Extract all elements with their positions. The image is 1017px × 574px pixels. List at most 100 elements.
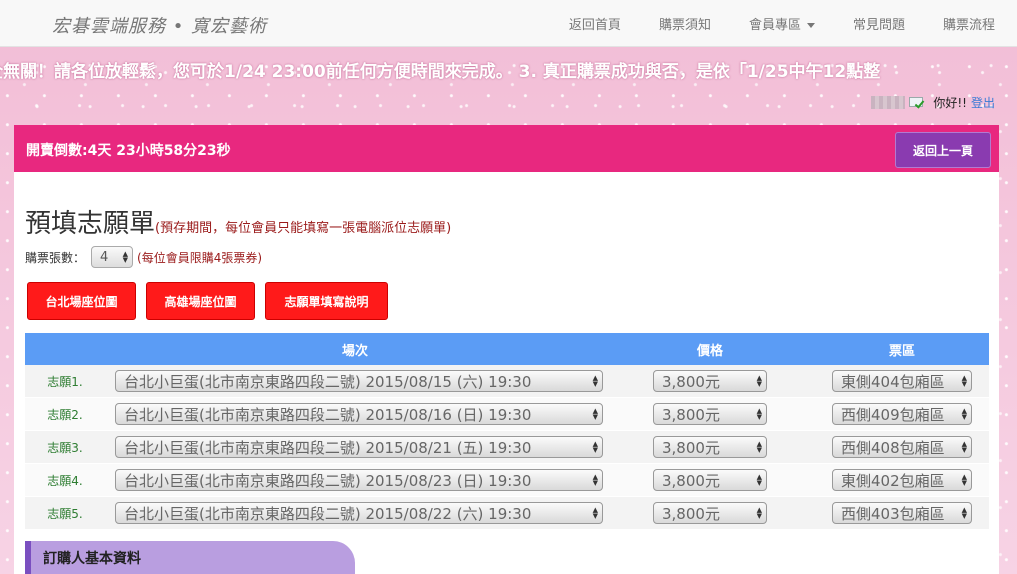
updown-arrows-icon: ▲ ▼ [961, 506, 967, 520]
caret-down-icon [806, 23, 815, 28]
price-cell: 3,800元 ▲ ▼ [605, 502, 815, 524]
zone-select[interactable]: 東側404包廂區 ▲ ▼ [832, 370, 972, 392]
zone-select-value: 西側408包廂區 [841, 438, 945, 457]
zone-select[interactable]: 東側402包廂區 ▲ ▼ [832, 469, 972, 491]
price-select[interactable]: 3,800元 ▲ ▼ [653, 436, 767, 458]
zone-select-value: 東側402包廂區 [841, 471, 945, 490]
nav-menu: 返回首頁 購票須知 會員專區 常見問題 購票流程 [531, 0, 995, 47]
nav-home-link[interactable]: 返回首頁 [569, 14, 621, 33]
price-cell: 3,800元 ▲ ▼ [605, 436, 815, 458]
updown-arrows-icon: ▲ ▼ [756, 473, 762, 487]
main-card: 開賣倒數:4天 23小時58分23秒 返回上一頁 預填志願單 (預存期間，每位會… [14, 125, 999, 574]
header-zone: 票區 [888, 343, 915, 359]
session-cell: 台北小巨蛋(北市南京東路四段二號) 2015/08/21 (五) 19:30 ▲ ▼ [105, 436, 605, 458]
updown-arrows-icon: ▲ ▼ [592, 374, 598, 388]
redacted-username [871, 96, 906, 109]
price-select-value: 3,800元 [662, 405, 720, 424]
table-row: 志願5. 台北小巨蛋(北市南京東路四段二號) 2015/08/22 (六) 19:… [25, 497, 989, 530]
price-select-value: 3,800元 [662, 504, 720, 523]
logout-link[interactable]: 登出 [971, 94, 995, 111]
session-select[interactable]: 台北小巨蛋(北市南京東路四段二號) 2015/08/22 (六) 19:30 ▲ ▼ [115, 502, 603, 524]
preference-table: 場次 價格 票區 志願1. 台北小巨蛋(北市南京東路四段二號) 2015/08/1… [25, 333, 989, 530]
buyer-info-section-tab[interactable]: 訂購人基本資料 [25, 541, 355, 574]
updown-arrows-icon: ▲ ▼ [961, 440, 967, 454]
zone-select[interactable]: 西側409包廂區 ▲ ▼ [832, 403, 972, 425]
price-select[interactable]: 3,800元 ▲ ▼ [653, 403, 767, 425]
table-row: 志願1. 台北小巨蛋(北市南京東路四段二號) 2015/08/15 (六) 19:… [25, 365, 989, 398]
session-select[interactable]: 台北小巨蛋(北市南京東路四段二號) 2015/08/23 (日) 19:30 ▲ ▼ [115, 469, 603, 491]
table-row: 志願2. 台北小巨蛋(北市南京東路四段二號) 2015/08/16 (日) 19:… [25, 398, 989, 431]
updown-arrows-icon: ▲ ▼ [122, 250, 129, 264]
updown-arrows-icon: ▲ ▼ [592, 440, 598, 454]
preference-label: 志願5. [47, 506, 83, 521]
mail-check-icon[interactable] [909, 96, 925, 109]
price-select-value: 3,800元 [662, 471, 720, 490]
zone-select[interactable]: 西側408包廂區 ▲ ▼ [832, 436, 972, 458]
top-navbar: 宏碁雲端服務 • 寬宏藝術 返回首頁 購票須知 會員專區 常見問題 購票流程 [0, 0, 1017, 47]
ticket-quantity-row: 購票張數： 4 ▲ ▼ (每位會員限購4張票券) [25, 246, 262, 268]
preference-label: 志願2. [47, 407, 83, 422]
nav-faq-link[interactable]: 常見問題 [853, 14, 905, 33]
quantity-label: 購票張數： [25, 250, 86, 265]
price-cell: 3,800元 ▲ ▼ [605, 403, 815, 425]
price-select[interactable]: 3,800元 ▲ ▼ [653, 469, 767, 491]
updown-arrows-icon: ▲ ▼ [592, 506, 598, 520]
session-select[interactable]: 台北小巨蛋(北市南京東路四段二號) 2015/08/15 (六) 19:30 ▲ ▼ [115, 370, 603, 392]
updown-arrows-icon: ▲ ▼ [756, 374, 762, 388]
nav-flow-link[interactable]: 購票流程 [943, 14, 995, 33]
page-title: 預填志願單 [25, 209, 156, 239]
announcement-marquee: 全無關！請各位放輕鬆，您可於1/24 23:00前任何方便時間來完成。 3. 真… [0, 54, 1017, 84]
table-row: 志願4. 台北小巨蛋(北市南京東路四段二號) 2015/08/23 (日) 19:… [25, 464, 989, 497]
zone-cell: 西側409包廂區 ▲ ▼ [815, 403, 989, 425]
session-cell: 台北小巨蛋(北市南京東路四段二號) 2015/08/23 (日) 19:30 ▲ ▼ [105, 469, 605, 491]
countdown-bar: 開賣倒數:4天 23小時58分23秒 返回上一頁 [14, 125, 999, 172]
price-select[interactable]: 3,800元 ▲ ▼ [653, 502, 767, 524]
updown-arrows-icon: ▲ ▼ [756, 440, 762, 454]
session-select-value: 台北小巨蛋(北市南京東路四段二號) 2015/08/23 (日) 19:30 [124, 471, 532, 490]
price-cell: 3,800元 ▲ ▼ [605, 469, 815, 491]
header-price: 價格 [696, 343, 723, 359]
table-body: 志願1. 台北小巨蛋(北市南京東路四段二號) 2015/08/15 (六) 19:… [25, 365, 989, 530]
quantity-select[interactable]: 4 ▲ ▼ [91, 246, 134, 268]
brand-logo[interactable]: 宏碁雲端服務 • 寬宏藝術 [52, 12, 267, 38]
updown-arrows-icon: ▲ ▼ [592, 473, 598, 487]
nav-member-label: 會員專區 [748, 18, 801, 33]
header-session: 場次 [341, 343, 368, 359]
session-cell: 台北小巨蛋(北市南京東路四段二號) 2015/08/16 (日) 19:30 ▲ ▼ [105, 403, 605, 425]
updown-arrows-icon: ▲ ▼ [756, 407, 762, 421]
countdown-text: 開賣倒數:4天 23小時58分23秒 [26, 143, 231, 159]
session-cell: 台北小巨蛋(北市南京東路四段二號) 2015/08/15 (六) 19:30 ▲ ▼ [105, 370, 605, 392]
price-select-value: 3,800元 [662, 372, 720, 391]
zone-select-value: 東側404包廂區 [841, 372, 945, 391]
updown-arrows-icon: ▲ ▼ [961, 407, 967, 421]
preference-label: 志願1. [47, 374, 83, 389]
session-cell: 台北小巨蛋(北市南京東路四段二號) 2015/08/22 (六) 19:30 ▲ ▼ [105, 502, 605, 524]
header-label-cell [25, 333, 105, 365]
session-select-value: 台北小巨蛋(北市南京東路四段二號) 2015/08/15 (六) 19:30 [124, 372, 532, 391]
zone-select-value: 西側403包廂區 [841, 504, 945, 523]
marquee-text: 全無關！請各位放輕鬆，您可於1/24 23:00前任何方便時間來完成。 3. 真… [0, 62, 881, 82]
title-note: (預存期間，每位會員只能填寫一張電腦派位志願單) [155, 221, 452, 236]
taipei-seat-map-button[interactable]: 台北場座位圖 [27, 282, 136, 320]
user-bar: 你好!! 登出 [871, 94, 995, 111]
nav-member-dropdown[interactable]: 會員專區 [749, 14, 815, 33]
price-select[interactable]: 3,800元 ▲ ▼ [653, 370, 767, 392]
kaohsiung-seat-map-button[interactable]: 高雄場座位圖 [146, 282, 255, 320]
title-row: 預填志願單 (預存期間，每位會員只能填寫一張電腦派位志願單) [25, 203, 451, 240]
preference-label: 志願4. [47, 473, 83, 488]
nav-notice-link[interactable]: 購票須知 [659, 14, 711, 33]
zone-select[interactable]: 西側403包廂區 ▲ ▼ [832, 502, 972, 524]
updown-arrows-icon: ▲ ▼ [961, 374, 967, 388]
back-button[interactable]: 返回上一頁 [895, 132, 991, 168]
session-select[interactable]: 台北小巨蛋(北市南京東路四段二號) 2015/08/21 (五) 19:30 ▲ ▼ [115, 436, 603, 458]
quantity-note: (每位會員限購4張票券) [137, 250, 263, 265]
preference-label: 志願3. [47, 440, 83, 455]
session-select-value: 台北小巨蛋(北市南京東路四段二號) 2015/08/21 (五) 19:30 [124, 438, 532, 457]
price-select-value: 3,800元 [662, 438, 720, 457]
form-guide-button[interactable]: 志願單填寫說明 [265, 282, 388, 320]
session-select[interactable]: 台北小巨蛋(北市南京東路四段二號) 2015/08/16 (日) 19:30 ▲ ▼ [115, 403, 603, 425]
table-header: 場次 價格 票區 [25, 333, 989, 365]
seat-map-buttons: 台北場座位圖 高雄場座位圖 志願單填寫說明 [27, 282, 398, 320]
zone-cell: 西側403包廂區 ▲ ▼ [815, 502, 989, 524]
updown-arrows-icon: ▲ ▼ [592, 407, 598, 421]
